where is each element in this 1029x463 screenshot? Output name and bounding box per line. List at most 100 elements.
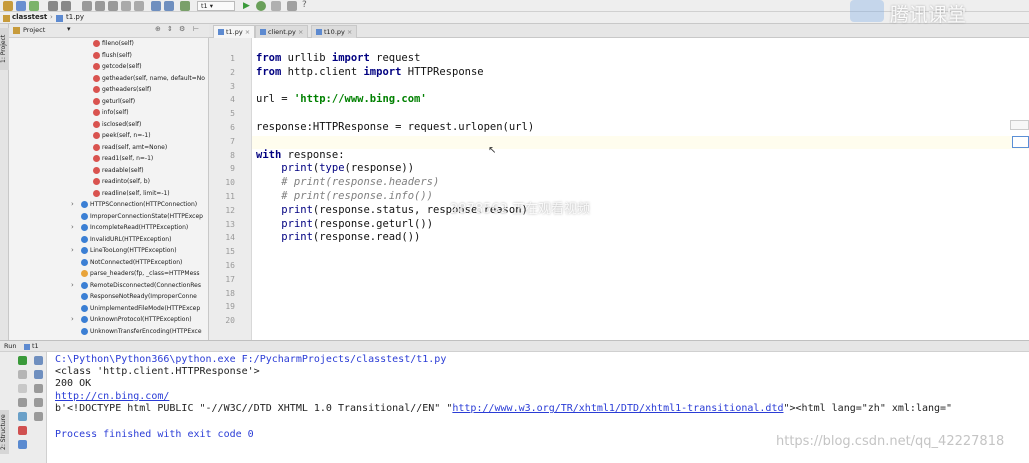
project-tool-button[interactable]: 1: Project: [0, 28, 9, 70]
left-tool-strip: 1: Project: [0, 24, 9, 340]
copy-icon[interactable]: [95, 1, 105, 11]
debug-icon[interactable]: [256, 1, 266, 11]
project-panel-title[interactable]: Project: [23, 26, 45, 34]
forward-icon[interactable]: [164, 1, 174, 11]
save-icon[interactable]: [16, 1, 26, 11]
replace-icon[interactable]: [134, 1, 144, 11]
pause-icon[interactable]: [18, 384, 27, 393]
breadcrumb-separator-icon: ›: [50, 13, 53, 21]
gear-icon[interactable]: ⚙: [179, 25, 185, 33]
tree-item[interactable]: getheaders(self): [93, 84, 151, 95]
editor-tab[interactable]: t1.py ×: [213, 25, 256, 38]
popup-hint-button[interactable]: [1012, 136, 1029, 148]
tree-item-label: read1(self, n=-1): [102, 155, 154, 162]
tree-item-label: parse_headers(fp, _class=HTTPMess: [90, 270, 200, 277]
tree-item[interactable]: › LineTooLong(HTTPException): [71, 245, 177, 256]
redo-icon[interactable]: [61, 1, 71, 11]
tree-item[interactable]: › UnknownProtocol(HTTPException): [71, 314, 192, 325]
expand-arrow-icon[interactable]: ›: [71, 245, 74, 256]
vcs-icon[interactable]: [287, 1, 297, 11]
tree-item[interactable]: peek(self, n=-1): [93, 130, 151, 141]
chevron-down-icon[interactable]: ▾: [67, 25, 71, 33]
tree-item[interactable]: InvalidURL(HTTPException): [81, 234, 171, 245]
viewer-overlay-text: 2878562 正在观看视频: [450, 202, 591, 217]
expand-arrow-icon[interactable]: ›: [71, 199, 74, 210]
find-icon[interactable]: [121, 1, 131, 11]
tree-item[interactable]: parse_headers(fp, _class=HTTPMess: [81, 268, 200, 279]
paste-icon[interactable]: [108, 1, 118, 11]
tree-item[interactable]: geturl(self): [93, 96, 135, 107]
tree-item[interactable]: fileno(self): [93, 38, 134, 49]
cut-icon[interactable]: [82, 1, 92, 11]
open-folder-icon[interactable]: [3, 1, 13, 11]
code-editor[interactable]: from urllib import request from http.clie…: [252, 38, 1029, 340]
close-tab-icon[interactable]: ×: [345, 28, 352, 36]
close-icon[interactable]: [18, 426, 27, 435]
line-number: 16: [225, 261, 235, 270]
tencent-classroom-logo-icon: [850, 0, 884, 22]
code-token: response:HTTPResponse = request.urlopen(…: [256, 121, 535, 133]
build-icon[interactable]: [180, 1, 190, 11]
tree-item[interactable]: › IncompleteRead(HTTPException): [71, 222, 188, 233]
target-icon[interactable]: ⊕: [155, 25, 161, 33]
settings-icon[interactable]: [18, 412, 27, 421]
stop-icon[interactable]: [18, 370, 27, 379]
tree-item[interactable]: info(self): [93, 107, 129, 118]
scroll-down-icon[interactable]: [34, 370, 43, 379]
project-tree: fileno(self) flush(self) getcode(self) geth…: [9, 38, 209, 340]
structure-tool-button[interactable]: 2: Structure: [0, 410, 9, 454]
tree-item[interactable]: › HTTPSConnection(HTTPConnection): [71, 199, 197, 210]
expand-arrow-icon[interactable]: ›: [71, 280, 74, 291]
back-icon[interactable]: [151, 1, 161, 11]
tree-item[interactable]: read(self, amt=None): [93, 142, 167, 153]
tree-item[interactable]: readable(self): [93, 165, 144, 176]
tree-item[interactable]: › RemoteDisconnected(ConnectionRes: [71, 280, 201, 291]
run-config-dropdown[interactable]: t1 ▾: [197, 1, 235, 11]
close-tab-icon[interactable]: ×: [243, 28, 250, 36]
undo-icon[interactable]: [48, 1, 58, 11]
soft-wrap-icon[interactable]: [34, 384, 43, 393]
tree-item[interactable]: ResponseNotReady(ImproperConne: [81, 291, 197, 302]
tree-item[interactable]: getheader(self, name, default=No: [93, 73, 205, 84]
collapse-icon[interactable]: ⇕: [167, 25, 173, 33]
method-icon: [93, 51, 100, 59]
tree-item[interactable]: NotConnected(HTTPException): [81, 257, 182, 268]
rerun-icon[interactable]: [18, 356, 27, 365]
tree-item[interactable]: readinto(self, b): [93, 176, 150, 187]
breadcrumb-file[interactable]: t1.py: [66, 13, 84, 21]
class-icon: [81, 281, 88, 289]
code-token: http.client: [281, 65, 364, 78]
console-line: 200 OK: [55, 378, 92, 389]
help-icon[interactable]: [18, 440, 27, 449]
expand-arrow-icon[interactable]: ›: [71, 314, 74, 325]
console-link[interactable]: http://cn.bing.com/: [55, 391, 169, 402]
help-icon[interactable]: ?: [302, 0, 307, 10]
code-token: (response.read()): [312, 231, 421, 244]
sync-icon[interactable]: [29, 1, 39, 11]
tree-item[interactable]: flush(self): [93, 50, 132, 61]
print-icon[interactable]: [34, 398, 43, 407]
breadcrumb-project[interactable]: classtest: [12, 13, 47, 21]
editor-tab[interactable]: client.py ×: [255, 25, 309, 38]
console-text: b'<!DOCTYPE html PUBLIC "-//W3C//DTD XHT…: [55, 403, 453, 414]
tab-label: t10.py: [324, 28, 345, 36]
dump-threads-icon[interactable]: [18, 398, 27, 407]
console-link[interactable]: http://www.w3.org/TR/xhtml1/DTD/xhtml1-t…: [452, 403, 783, 414]
hide-panel-icon[interactable]: ⊢: [193, 25, 199, 33]
tree-item[interactable]: isclosed(self): [93, 119, 141, 130]
tree-item[interactable]: ImproperConnectionState(HTTPExcep: [81, 211, 203, 222]
run-config-tab[interactable]: t1: [32, 342, 39, 350]
tree-item[interactable]: read1(self, n=-1): [93, 153, 153, 164]
run-icon[interactable]: ▶: [243, 1, 250, 11]
tree-item[interactable]: UnknownTransferEncoding(HTTPExce: [81, 326, 202, 337]
tree-item[interactable]: readline(self, limit=-1): [93, 188, 170, 199]
scroll-up-icon[interactable]: [34, 356, 43, 365]
tree-item[interactable]: getcode(self): [93, 61, 142, 72]
close-tab-icon[interactable]: ×: [296, 28, 303, 36]
expand-arrow-icon[interactable]: ›: [71, 222, 74, 233]
editor-tab[interactable]: t10.py ×: [311, 25, 358, 38]
trash-icon[interactable]: [34, 412, 43, 421]
tree-item[interactable]: UnimplementedFileMode(HTTPExcep: [81, 303, 200, 314]
stop-icon[interactable]: [271, 1, 281, 11]
